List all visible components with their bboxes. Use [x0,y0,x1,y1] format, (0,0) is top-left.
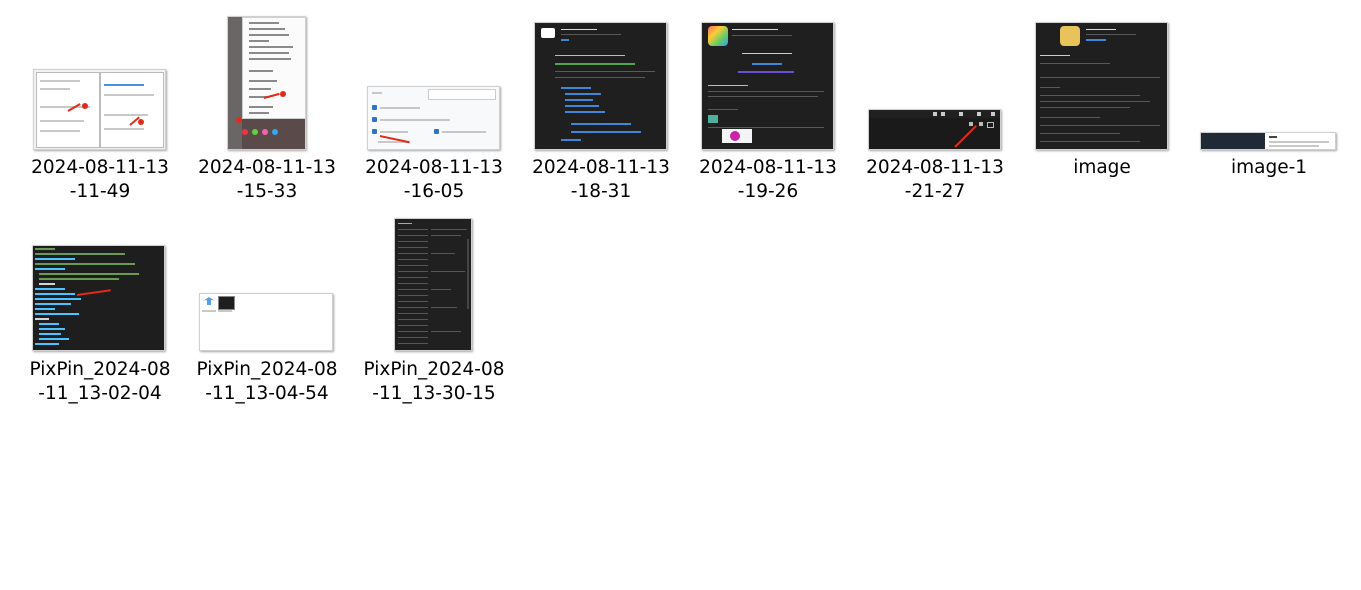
screenshot-thumbnail-light-settings [18,10,182,150]
file-name: 2024-08-11-13 [31,157,169,178]
screenshot-thumbnail-context-menu [185,10,349,150]
file-name-continued: -18-31 [570,181,632,202]
screenshot-thumbnail-dark-settings [352,212,516,352]
file-name-continued: -11_13-02-04 [38,383,162,404]
file-name-continued: -19-26 [737,181,799,202]
file-name-continued: -11-49 [69,181,131,202]
file-name: 2024-08-11-13 [365,157,503,178]
file-name-continued: -11_13-30-15 [372,383,496,404]
screenshot-thumbnail-toolbar [853,10,1017,150]
file-name: 2024-08-11-13 [866,157,1004,178]
file-name: 2024-08-11-13 [699,157,837,178]
file-name: PixPin_2024-08 [196,359,338,380]
file-name: image-1 [1230,157,1308,178]
screenshot-thumbnail-banner [1187,10,1351,150]
screenshot-thumbnail-markdown-preview [686,10,850,150]
file-name-continued: -11_13-04-54 [205,383,329,404]
screenshot-thumbnail-options-panel [352,10,516,150]
file-name-continued: -15-33 [236,181,298,202]
file-name: 2024-08-11-13 [532,157,670,178]
file-name: PixPin_2024-08 [363,359,505,380]
file-name: PixPin_2024-08 [29,359,171,380]
screenshot-thumbnail-markdown-extension [519,10,683,150]
screenshot-thumbnail-desktop [185,212,349,352]
file-name-continued: -21-27 [904,181,966,202]
screenshot-thumbnail-code [18,212,182,352]
file-name: image [1073,157,1131,178]
screenshot-thumbnail-extension-page [1020,10,1184,150]
file-name-continued: -16-05 [403,181,465,202]
file-name: 2024-08-11-13 [198,157,336,178]
